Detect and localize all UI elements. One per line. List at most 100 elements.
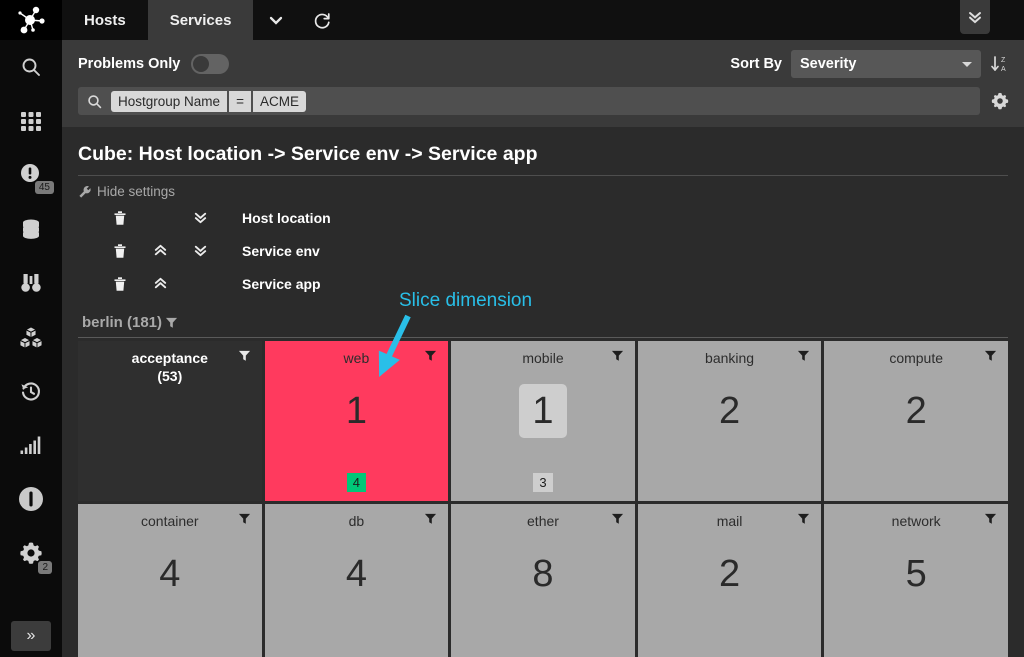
- sidebar-item-data[interactable]: [0, 202, 62, 256]
- tile-header: web: [265, 341, 449, 366]
- cube-tile-db[interactable]: db 4: [264, 504, 449, 657]
- sidebar-expand-button[interactable]: »: [11, 621, 51, 651]
- app-logo[interactable]: [0, 0, 62, 40]
- gear-icon: [991, 92, 1009, 110]
- controls-row-search: Hostgroup Name = ACME: [78, 87, 1010, 115]
- row-header-acceptance[interactable]: acceptance (53): [78, 341, 262, 501]
- tile-label: container: [141, 513, 199, 529]
- tile-header: network: [824, 504, 1008, 529]
- delete-dimension-service-app[interactable]: [100, 276, 140, 292]
- trash-icon: [114, 276, 126, 291]
- dimension-label: Service app: [242, 275, 321, 292]
- tile-sublabel: (53): [157, 368, 183, 384]
- sidebar-item-search[interactable]: [0, 40, 62, 94]
- dimension-row: Service env: [78, 234, 1008, 267]
- filter-icon[interactable]: [611, 512, 624, 525]
- filter-icon: [798, 513, 810, 524]
- hide-settings-button[interactable]: Hide settings: [78, 176, 1008, 201]
- filter-search-bar[interactable]: Hostgroup Name = ACME: [78, 87, 980, 115]
- sidebar-item-monitoring[interactable]: [0, 256, 62, 310]
- cube-tile-mobile[interactable]: mobile 1 3: [451, 341, 635, 501]
- tile-header: acceptance: [78, 341, 262, 366]
- page-title: Cube: Host location -> Service env -> Se…: [78, 127, 1008, 176]
- filter-icon[interactable]: [424, 349, 437, 362]
- cube-tile-web[interactable]: web 1 4: [264, 341, 449, 501]
- filter-icon: [611, 513, 623, 524]
- tab-services[interactable]: Services: [147, 0, 254, 40]
- delete-dimension-host-location[interactable]: [100, 210, 140, 226]
- filter-icon[interactable]: [238, 512, 251, 525]
- group-filter-icon[interactable]: [165, 316, 178, 329]
- move-up-service-env[interactable]: [140, 242, 180, 259]
- tab-dropdown-button[interactable]: [253, 0, 299, 40]
- cube-tile-ether[interactable]: ether 8: [451, 504, 635, 657]
- sidebar-item-problems[interactable]: 45: [0, 148, 62, 202]
- filter-icon[interactable]: [797, 512, 810, 525]
- svg-text:A: A: [1001, 66, 1006, 73]
- tile-header: mail: [638, 504, 822, 529]
- tile-value: 2: [719, 390, 741, 432]
- filter-icon[interactable]: [424, 512, 437, 525]
- move-down-host-location[interactable]: [180, 209, 220, 226]
- dimension-row: Service app: [78, 267, 1008, 300]
- search-icon: [22, 58, 40, 76]
- filter-icon[interactable]: [984, 349, 997, 362]
- filter-icon[interactable]: [797, 349, 810, 362]
- filter-settings-button[interactable]: [990, 91, 1010, 111]
- filter-pill-value[interactable]: ACME: [252, 90, 306, 112]
- sidebar-item-settings[interactable]: 2: [0, 526, 62, 580]
- dimension-label: Service env: [242, 242, 320, 259]
- filter-icon[interactable]: [984, 512, 997, 525]
- move-up-service-app[interactable]: [140, 275, 180, 292]
- tile-label: mail: [716, 513, 743, 529]
- tile-header: banking: [638, 341, 822, 366]
- filter-icon: [798, 350, 810, 361]
- sort-direction-button[interactable]: Z A: [990, 54, 1010, 74]
- filter-icon: [425, 513, 437, 524]
- cube-tile-banking[interactable]: banking 2: [637, 341, 822, 501]
- filter-icon: [984, 350, 997, 361]
- svg-text:Z: Z: [1001, 57, 1006, 64]
- main-area: Hosts Services Problems Only Sort By Sev…: [62, 0, 1024, 657]
- cube-content: Cube: Host location -> Service env -> Se…: [62, 127, 1024, 657]
- grid-apps-icon: [21, 112, 41, 131]
- chevron-double-up-icon: [154, 244, 166, 256]
- sort-by-select[interactable]: Severity: [791, 50, 981, 78]
- tab-hosts[interactable]: Hosts: [62, 0, 148, 40]
- dimension-label: Host location: [242, 209, 331, 226]
- sidebar-item-cubes[interactable]: [0, 310, 62, 364]
- filter-pill-operator[interactable]: =: [227, 90, 253, 112]
- sort-controls: Sort By Severity Z A: [730, 50, 1010, 78]
- filter-pill-field[interactable]: Hostgroup Name: [111, 90, 228, 112]
- problems-only-toggle[interactable]: [191, 54, 230, 74]
- sidebar-item-history[interactable]: [0, 364, 62, 418]
- search-icon: [86, 93, 103, 110]
- refresh-button[interactable]: [299, 0, 345, 40]
- filter-pill-group[interactable]: Hostgroup Name = ACME: [111, 90, 306, 112]
- sidebar-item-reporting[interactable]: [0, 418, 62, 472]
- tile-label: acceptance: [131, 350, 208, 366]
- sort-descending-za-icon: Z A: [991, 56, 1006, 73]
- move-down-service-env[interactable]: [180, 242, 220, 259]
- cube-row: acceptance (53) web 1 4 mobile 1 3 banki…: [78, 341, 1008, 501]
- filter-icon: [165, 317, 178, 328]
- filter-icon[interactable]: [238, 349, 251, 362]
- settings-count-badge: 2: [38, 561, 52, 574]
- binoculars-icon: [21, 274, 41, 292]
- power-icon: [19, 487, 43, 511]
- tile-header: mobile: [451, 341, 635, 366]
- hide-settings-label: Hide settings: [97, 184, 176, 199]
- tile-value: 2: [905, 390, 927, 432]
- delete-dimension-service-env[interactable]: [100, 243, 140, 259]
- cube-tile-network[interactable]: network 5: [824, 504, 1008, 657]
- cube-tile-mail[interactable]: mail 2: [637, 504, 822, 657]
- tile-label: db: [348, 513, 365, 529]
- cube-tile-compute[interactable]: compute 2: [824, 341, 1008, 501]
- group-label: berlin (181): [82, 314, 163, 331]
- problems-count-badge: 45: [34, 181, 54, 194]
- sidebar-item-status[interactable]: [0, 472, 62, 526]
- sidebar-item-dashboards[interactable]: [0, 94, 62, 148]
- cube-tile-container[interactable]: container 4: [78, 504, 262, 657]
- filter-icon[interactable]: [611, 349, 624, 362]
- panel-collapse-button[interactable]: [960, 0, 990, 34]
